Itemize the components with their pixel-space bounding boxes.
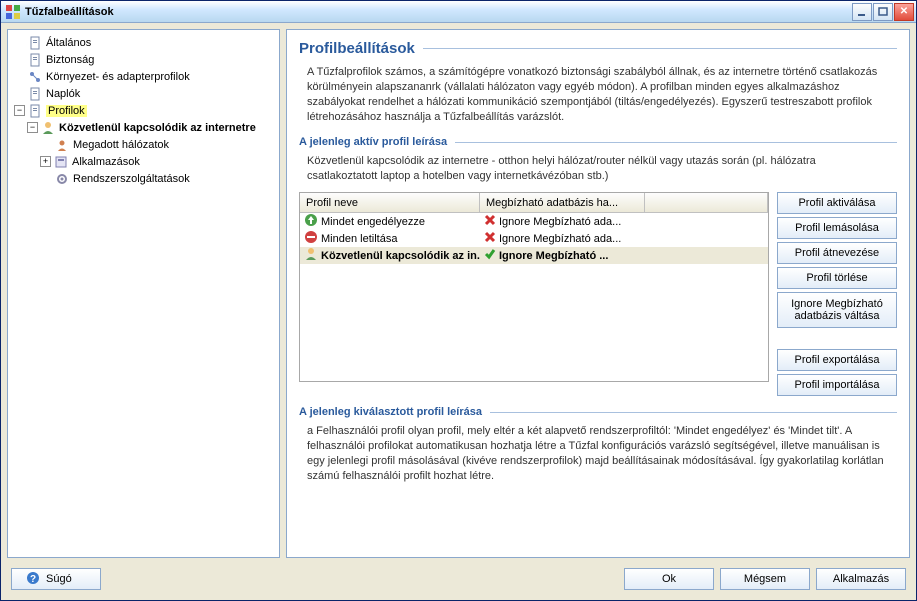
import-button[interactable]: Profil importálása [777,374,897,396]
app-icon [5,4,21,20]
tree-item-profiles[interactable]: − Profilok [10,102,277,119]
tree-item-security[interactable]: Biztonság [10,51,277,68]
rename-button[interactable]: Profil átnevezése [777,242,897,264]
network-icon [27,69,43,85]
doc-icon [27,103,43,119]
titlebar: Tűzfalbeállítások ✕ [1,1,916,23]
tree-label: Biztonság [46,54,94,66]
person-icon [54,137,70,153]
toggle-trust-button[interactable]: Ignore Megbízható adatbázis váltása [777,292,897,328]
tree-item-services[interactable]: Rendszerszolgáltatások [10,170,277,187]
export-button[interactable]: Profil exportálása [777,349,897,371]
window-title: Tűzfalbeállítások [25,6,852,18]
page-heading-text: Profilbeállítások [299,40,415,57]
tree-item-networks[interactable]: Megadott hálózatok [10,136,277,153]
cell-trust: Ignore Megbízható ada... [499,216,621,228]
table-body: Mindet engedélyezze Ignore Megbízható ad… [300,213,768,264]
cell-trust: Ignore Megbízható ... [499,250,608,262]
svg-text:?: ? [30,574,36,585]
cell-name: Minden letiltása [321,233,397,245]
content-row: Általános Biztonság Környezet- és adapte… [7,29,910,558]
client-area: Általános Biztonság Környezet- és adapte… [1,23,916,600]
subheading-text: A jelenleg aktív profil leírása [299,136,447,148]
cancel-button[interactable]: Mégsem [720,568,810,590]
doc-icon [27,35,43,51]
intro-text: A Tűzfalprofilok számos, a számítógépre … [299,63,897,126]
profiles-area: Profil neve Megbízható adatbázis ha... M… [299,192,897,396]
profiles-table[interactable]: Profil neve Megbízható adatbázis ha... M… [299,192,769,382]
col-profile-name[interactable]: Profil neve [300,193,480,212]
table-row[interactable]: Mindet engedélyezze Ignore Megbízható ad… [300,213,768,230]
tree-label: Környezet- és adapterprofilok [46,71,190,83]
x-icon [484,231,496,246]
cell-name: Mindet engedélyezze [321,216,425,228]
bottom-bar: ? Súgó Ok Mégsem Alkalmazás [7,564,910,594]
help-button[interactable]: ? Súgó [11,568,101,590]
window-buttons: ✕ [852,3,914,21]
tree-label: Közvetlenül kapcsolódik az internetre [59,122,256,134]
help-icon: ? [26,571,40,588]
gear-icon [54,171,70,187]
check-icon [484,248,496,263]
tree-label: Megadott hálózatok [73,139,169,151]
expand-icon[interactable]: + [40,156,51,167]
collapse-icon[interactable]: − [14,105,25,116]
allow-icon [304,213,318,230]
tree-item-logs[interactable]: Naplók [10,85,277,102]
selected-profile-text: a Felhasználói profil olyan profil, mely… [299,422,897,485]
tree-item-apps[interactable]: + Alkalmazások [10,153,277,170]
delete-button[interactable]: Profil törlése [777,267,897,289]
ok-button[interactable]: Ok [624,568,714,590]
apply-button[interactable]: Alkalmazás [816,568,906,590]
active-profile-heading: A jelenleg aktív profil leírása [299,136,897,148]
selected-profile-heading: A jelenleg kiválasztott profil leírása [299,406,897,418]
clone-button[interactable]: Profil lemásolása [777,217,897,239]
doc-icon [27,52,43,68]
tree-item-adapters[interactable]: Környezet- és adapterprofilok [10,68,277,85]
cell-trust: Ignore Megbízható ada... [499,233,621,245]
maximize-button[interactable] [873,3,893,21]
nav-tree[interactable]: Általános Biztonság Környezet- és adapte… [7,29,280,558]
tree-item-direct-internet[interactable]: − Közvetlenül kapcsolódik az internetre [10,119,277,136]
cell-name: Közvetlenül kapcsolódik az in... [321,250,480,262]
close-button[interactable]: ✕ [894,3,914,21]
table-header: Profil neve Megbízható adatbázis ha... [300,193,768,213]
tree-label: Alkalmazások [72,156,140,168]
doc-icon [27,86,43,102]
col-trusted-db[interactable]: Megbízható adatbázis ha... [480,193,645,212]
profile-buttons: Profil aktiválása Profil lemásolása Prof… [777,192,897,396]
tree-item-general[interactable]: Általános [10,34,277,51]
table-row[interactable]: Minden letiltása Ignore Megbízható ada..… [300,230,768,247]
active-profile-text: Közvetlenül kapcsolódik az internetre - … [299,152,897,186]
window-frame: Tűzfalbeállítások ✕ Általános Biztonság [0,0,917,601]
table-row[interactable]: Közvetlenül kapcsolódik az in... Ignore … [300,247,768,264]
tree-label: Általános [46,37,91,49]
collapse-icon[interactable]: − [27,122,38,133]
main-panel: Profilbeállítások A Tűzfalprofilok számo… [286,29,910,558]
help-label: Súgó [46,573,72,585]
tree-label: Profilok [46,105,87,117]
user-icon [304,247,318,264]
page-heading: Profilbeállítások [299,40,897,57]
subheading-text: A jelenleg kiválasztott profil leírása [299,406,482,418]
x-icon [484,214,496,229]
tree-label: Rendszerszolgáltatások [73,173,190,185]
activate-button[interactable]: Profil aktiválása [777,192,897,214]
minimize-button[interactable] [852,3,872,21]
col-spacer [645,193,768,212]
tree-label: Naplók [46,88,80,100]
app-icon [53,154,69,170]
block-icon [304,230,318,247]
user-icon [40,120,56,136]
